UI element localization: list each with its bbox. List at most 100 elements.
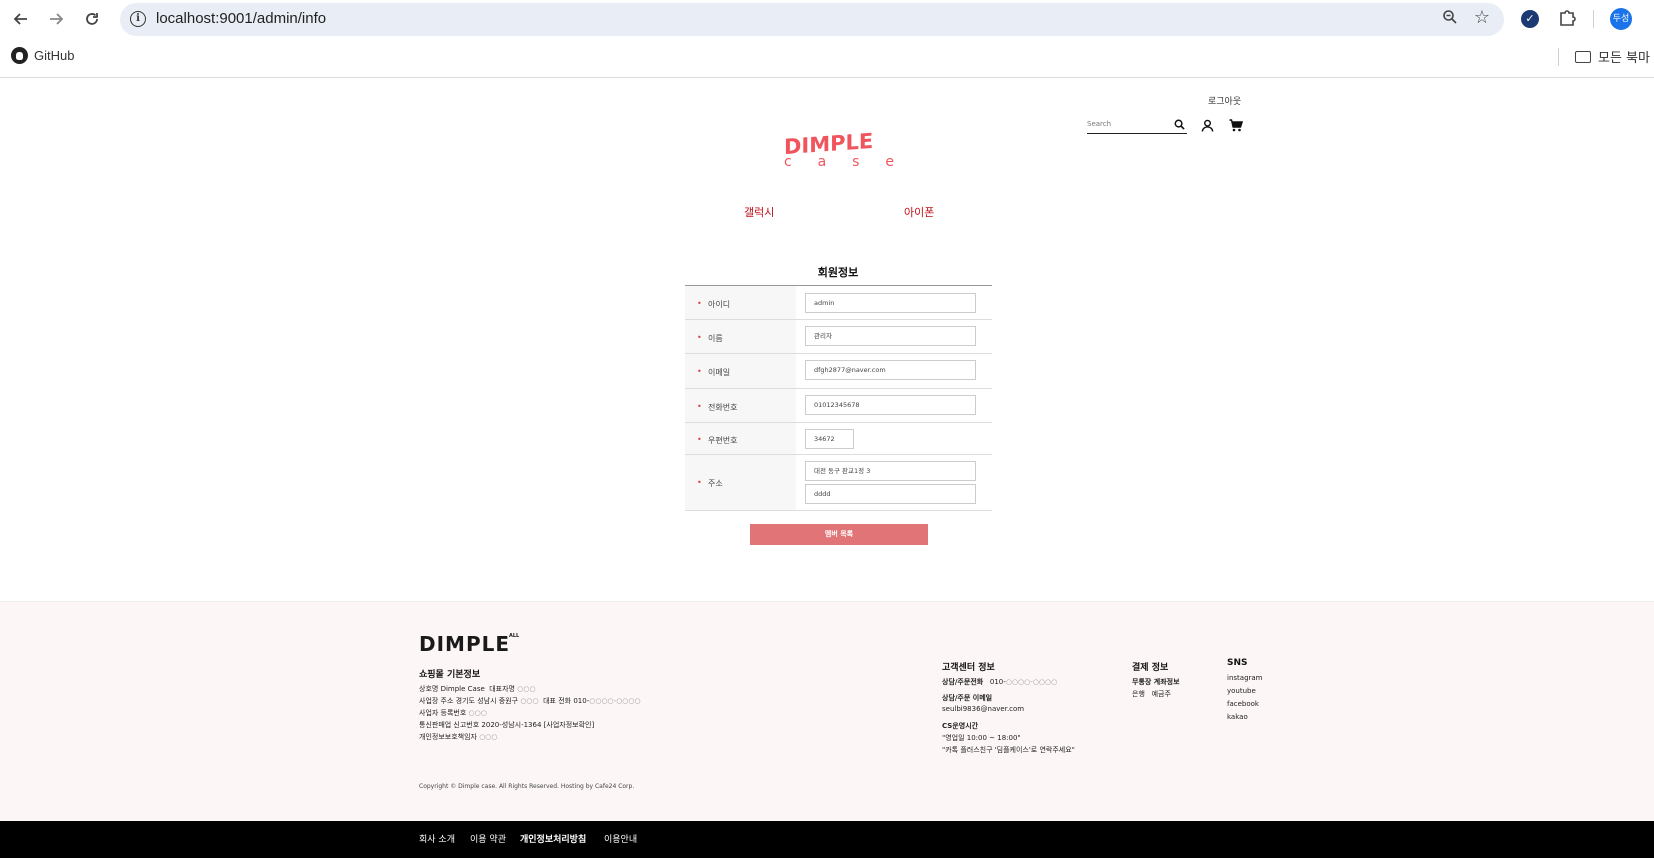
cs-hours-line1: "영업일 10:00 ~ 18:00"	[942, 734, 1021, 742]
line-label: 대표자명	[489, 685, 515, 693]
required-dot: •	[697, 367, 702, 376]
field-value: 01012345678	[796, 389, 992, 422]
field-value: dfgh2877@naver.com	[796, 354, 992, 388]
form-row-phone: • 전화번호 01012345678	[685, 389, 992, 423]
footer-line-ecommerce: 통신판매업 신고번호 2020-성남시-1364 [사업자정보확인]	[419, 720, 594, 730]
sns-kakao[interactable]: kakao	[1227, 713, 1248, 721]
cs-email-label: 상담/주문 이메일	[942, 693, 992, 703]
cs-hours-line2: "카톡 플러스친구 '딤플케이스'로 연락주세요"	[942, 746, 1075, 754]
search-icon[interactable]	[1174, 119, 1185, 130]
line-label: 통신판매업 신고번호	[419, 721, 480, 729]
required-dot: •	[697, 402, 702, 411]
address-detail-field[interactable]: dddd	[805, 484, 976, 504]
menu-galaxy[interactable]: 갤럭시	[744, 204, 774, 220]
zipcode-field[interactable]: 34672	[805, 429, 854, 449]
extensions-puzzle-icon[interactable]	[1557, 8, 1577, 28]
payment-account-label: 무통장 계좌정보	[1132, 677, 1180, 687]
required-dot: •	[697, 435, 702, 444]
site-logo[interactable]: DIMPLE c a s e	[782, 129, 897, 174]
basic-info-title: 쇼핑몰 기본정보	[419, 670, 481, 680]
line-label: 대표 전화	[543, 697, 572, 705]
field-value: 관리자	[796, 320, 992, 353]
line-label: 사업자 등록번호	[419, 709, 467, 717]
cs-title: 고객센터 정보	[942, 663, 995, 673]
id-field[interactable]: admin	[805, 293, 976, 313]
field-label: • 주소	[685, 455, 796, 510]
name-field[interactable]: 관리자	[805, 326, 976, 346]
github-icon	[11, 47, 28, 64]
site-info-icon[interactable]: i	[130, 11, 146, 27]
form-row-id: • 아이디 admin	[685, 286, 992, 320]
field-value: 대전 동구 판교1정 3 dddd	[796, 455, 992, 510]
field-label: • 아이디	[685, 286, 796, 319]
payment-account-label-text: 무통장 계좌정보	[1132, 678, 1180, 686]
zoom-icon[interactable]	[1442, 9, 1458, 29]
line-value[interactable]: 2020-성남시-1364 [사업자정보확인]	[481, 721, 594, 729]
link-company-intro[interactable]: 회사 소개	[419, 832, 455, 845]
folder-icon	[1575, 50, 1591, 63]
email-field[interactable]: dfgh2877@naver.com	[805, 360, 976, 380]
bookmarks-bar: GitHub 모든 북마	[0, 38, 1654, 78]
cart-icon[interactable]	[1229, 119, 1243, 132]
line-label: 사업장 주소	[419, 697, 454, 705]
form-row-address: • 주소 대전 동구 판교1정 3 dddd	[685, 455, 992, 511]
member-info-table: • 아이디 admin • 이름 관리자 • 이메일 dfgh2877@nave…	[685, 285, 992, 511]
address-bar[interactable]: i localhost:9001/admin/info ☆	[120, 3, 1504, 36]
all-bookmarks-button[interactable]: 모든 북마	[1575, 47, 1650, 66]
phone-field[interactable]: 01012345678	[805, 395, 976, 415]
page-title: 회원정보	[817, 266, 859, 279]
extension-check-icon[interactable]: ✓	[1521, 10, 1539, 28]
reload-icon[interactable]	[81, 8, 103, 30]
line-value: ○○○	[520, 697, 539, 705]
link-guide[interactable]: 이용안내	[604, 832, 637, 845]
footer: DIMPLE ALL 쇼핑몰 기본정보 상호명 Dimple Case 대표자명…	[0, 601, 1654, 821]
line-label: 상호명	[419, 685, 439, 693]
logo-letter: s	[852, 154, 860, 170]
forward-arrow-icon[interactable]	[45, 8, 67, 30]
bookmark-github[interactable]: GitHub	[11, 47, 74, 64]
search-box	[1087, 116, 1187, 134]
bookmark-star-icon[interactable]: ☆	[1474, 7, 1490, 28]
logo-subtitle: c a s e	[784, 154, 894, 170]
sns-title: SNS	[1227, 658, 1248, 668]
url-text[interactable]: localhost:9001/admin/info	[156, 10, 326, 27]
footer-bottom-bar: 회사 소개 이용 약관 개인정보처리방침 이용안내	[0, 821, 1654, 858]
line-value: ○○○○-○○○○	[589, 697, 641, 705]
link-terms[interactable]: 이용 약관	[470, 832, 506, 845]
field-label-text: 이름	[708, 334, 723, 343]
copyright: Copyright © Dimple case. All Rights Rese…	[419, 783, 635, 790]
field-label-text: 아이디	[708, 300, 731, 309]
required-dot: •	[697, 333, 702, 342]
form-row-zipcode: • 우편번호 34672	[685, 423, 992, 455]
field-value: 34672	[796, 423, 992, 454]
user-icon[interactable]	[1201, 119, 1214, 132]
link-privacy-policy[interactable]: 개인정보처리방침	[520, 832, 586, 845]
footer-line-company: 상호명 Dimple Case 대표자명 ○○○	[419, 684, 536, 694]
browser-toolbar: i localhost:9001/admin/info ☆ ✓ 두성	[0, 0, 1654, 38]
sns-facebook[interactable]: facebook	[1227, 700, 1259, 708]
cs-email-value[interactable]: seulbi9836@naver.com	[942, 705, 1024, 713]
line-value: 경기도 성남시 중원구	[455, 697, 519, 705]
profile-avatar[interactable]: 두성	[1610, 8, 1632, 30]
footer-logo[interactable]: DIMPLE	[419, 632, 510, 656]
sns-youtube[interactable]: youtube	[1227, 687, 1256, 695]
payment-holder-text: 예금주	[1151, 690, 1171, 698]
required-dot: •	[697, 478, 702, 487]
field-label: • 전화번호	[685, 389, 796, 422]
back-arrow-icon[interactable]	[10, 8, 32, 30]
payment-bank: 은행 예금주	[1132, 689, 1171, 699]
bookmark-label: GitHub	[34, 48, 75, 63]
all-bookmarks-label: 모든 북마	[1598, 51, 1650, 66]
line-value: Dimple Case	[440, 685, 485, 693]
logout-link[interactable]: 로그아웃	[1208, 94, 1241, 107]
sns-instagram[interactable]: instagram	[1227, 674, 1263, 682]
address-field[interactable]: 대전 동구 판교1정 3	[805, 461, 976, 481]
field-label-text: 주소	[708, 479, 723, 488]
menu-iphone[interactable]: 아이폰	[904, 204, 934, 220]
required-dot: •	[697, 299, 702, 308]
cs-phone-label: 상담/주문전화	[942, 678, 984, 686]
field-label-text: 전화번호	[708, 403, 738, 412]
line-value: ○○○	[517, 685, 536, 693]
search-input[interactable]	[1087, 116, 1171, 132]
member-list-button[interactable]: 멤버 목록	[750, 524, 928, 545]
